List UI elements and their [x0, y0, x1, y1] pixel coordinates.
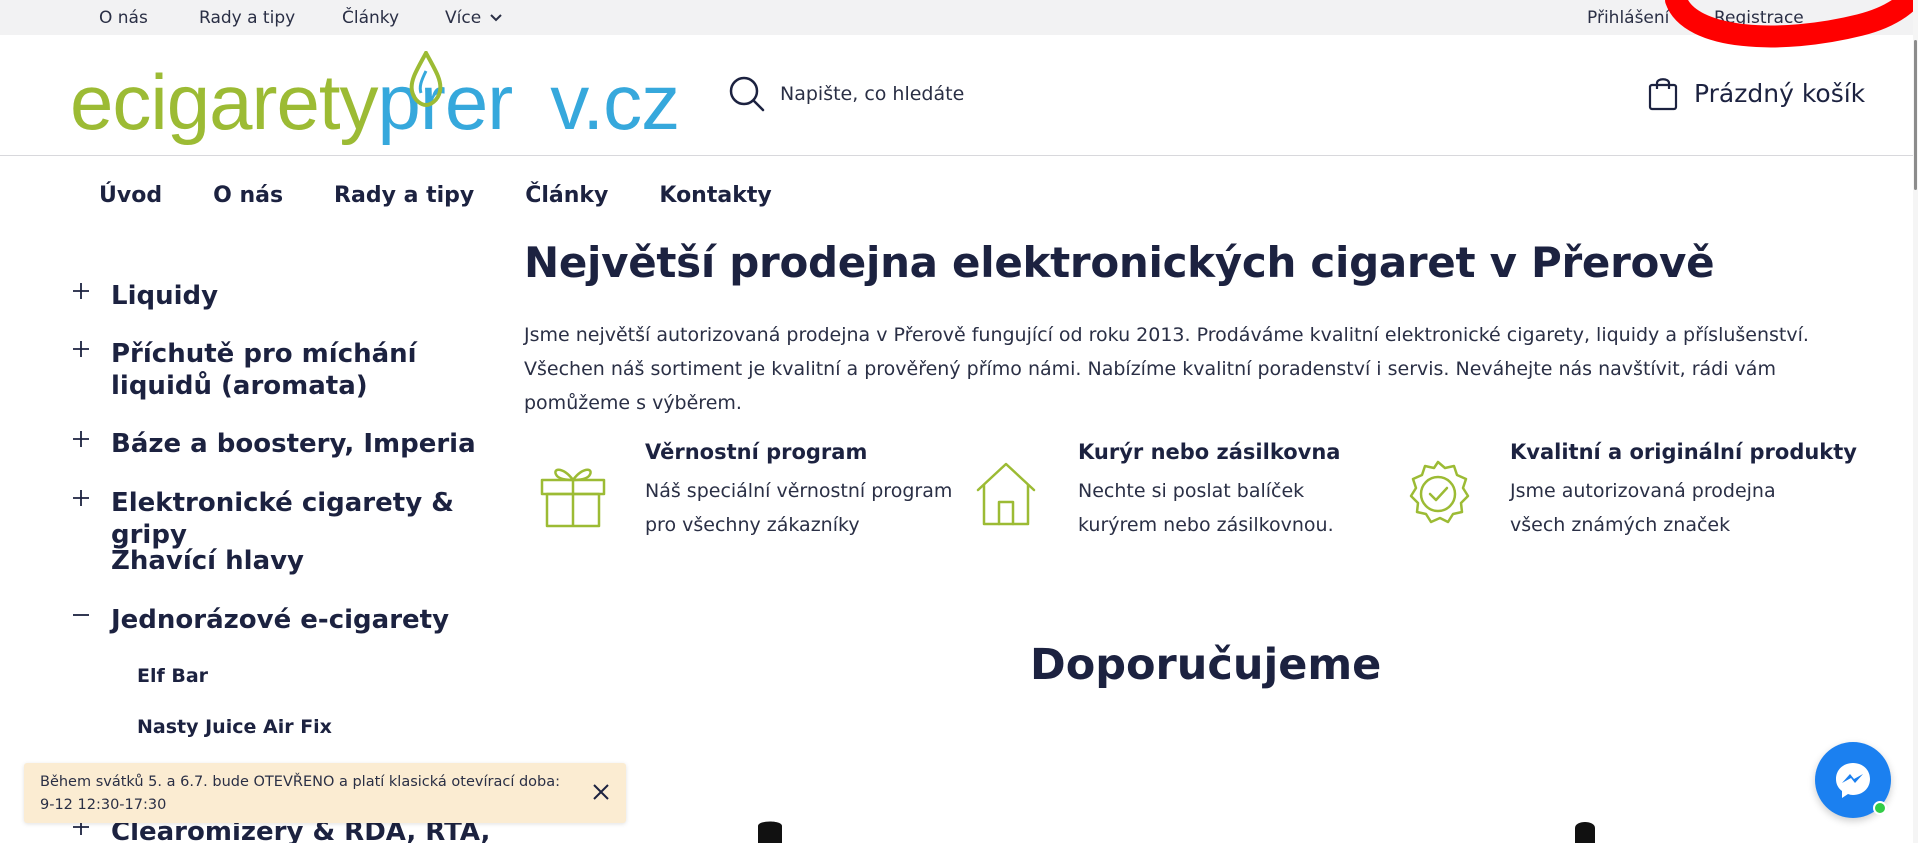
logo-part-blue: prer — [377, 58, 514, 146]
messenger-chat-button[interactable] — [1815, 742, 1891, 818]
nav-item-contacts[interactable]: Kontakty — [659, 183, 771, 208]
chevron-down-icon — [490, 14, 502, 22]
feature-title: Věrnostní program — [645, 440, 868, 464]
top-link-tips[interactable]: Rady a tipy — [199, 8, 295, 28]
feature-description: Nechte si poslat balíček kurýrem nebo zá… — [1078, 480, 1334, 536]
plus-icon[interactable] — [70, 487, 92, 509]
category-label: Elektronické cigarety & gripy — [111, 488, 454, 550]
feature-quality: Kvalitní a originální produkty Jsme auto… — [1404, 440, 1857, 540]
top-link-more-label: Více — [445, 8, 482, 28]
feature-title: Kurýr nebo zásilkovna — [1078, 440, 1341, 464]
subcategory-elf-bar[interactable]: Elf Bar — [137, 665, 208, 687]
plus-icon[interactable] — [70, 338, 92, 360]
nav-item-articles[interactable]: Články — [525, 183, 608, 208]
site-header: ecigarety prer v.cz Napište, co hledáte Pr… — [0, 35, 1918, 156]
top-link-articles[interactable]: Články — [342, 8, 399, 28]
notice-text: Během svátků 5. a 6.7. bude OTEVŘENO a p… — [40, 774, 561, 813]
cart-button[interactable]: Prázdný košík — [1648, 75, 1865, 111]
plus-icon[interactable] — [70, 280, 92, 302]
feature-delivery: Kurýr nebo zásilkovna Nechte si poslat b… — [972, 440, 1392, 540]
logo-part-green: ecigarety — [70, 58, 378, 146]
shopping-bag-icon — [1648, 78, 1678, 111]
feature-description: Jsme autorizovaná prodejna všech známých… — [1510, 480, 1776, 536]
holiday-notice: Během svátků 5. a 6.7. bude OTEVŘENO a p… — [24, 763, 626, 823]
site-logo[interactable]: ecigarety prer v.cz — [70, 51, 680, 146]
house-icon — [976, 462, 1036, 526]
scrollbar-thumb[interactable] — [1914, 40, 1917, 190]
nav-item-home[interactable]: Úvod — [99, 183, 162, 208]
recommended-heading: Doporučujeme — [1030, 640, 1382, 690]
intro-text: Jsme největší autorizovaná prodejna v Př… — [524, 324, 1809, 414]
login-link[interactable]: Přihlášení — [1587, 8, 1669, 28]
minus-icon[interactable] — [70, 604, 92, 626]
nav-item-about[interactable]: O nás — [213, 183, 283, 208]
feature-loyalty: Věrnostní program Náš speciální věrnostn… — [539, 440, 959, 540]
nav-item-tips[interactable]: Rady a tipy — [334, 183, 474, 208]
plus-icon[interactable] — [70, 428, 92, 450]
feature-title: Kvalitní a originální produkty — [1510, 440, 1857, 464]
page-scrollbar[interactable] — [1913, 0, 1918, 843]
category-label: Příchutě pro míchání liquidů (aromata) — [111, 339, 417, 401]
category-label: Báze a boostery, Imperia — [111, 429, 476, 459]
online-status-dot — [1873, 801, 1887, 815]
search-placeholder[interactable]: Napište, co hledáte — [780, 83, 964, 105]
top-link-about[interactable]: O nás — [99, 8, 148, 28]
main-navigation: Úvod O nás Rady a tipy Články Kontakty — [99, 183, 772, 208]
search-icon — [729, 76, 765, 112]
badge-check-icon — [1409, 460, 1470, 524]
top-link-more[interactable]: Více — [445, 8, 503, 28]
product-image[interactable] — [1565, 816, 1605, 843]
category-label: Jednorázové e-cigarety — [111, 605, 450, 635]
category-label: Liquidy — [111, 281, 219, 311]
top-utility-bar: O nás Rady a tipy Články Více Přihlášení… — [0, 0, 1918, 48]
close-icon[interactable] — [592, 783, 610, 801]
feature-description: Náš speciální věrnostní program pro všec… — [645, 480, 953, 536]
subcategory-nasty-juice[interactable]: Nasty Juice Air Fix — [137, 716, 332, 738]
category-label: Žhavící hlavy — [111, 546, 305, 576]
gift-icon — [540, 468, 606, 528]
product-image[interactable] — [750, 816, 790, 843]
cart-label: Prázdný košík — [1694, 78, 1866, 108]
page-title: Největší prodejna elektronických cigaret… — [524, 238, 1715, 287]
search-box[interactable]: Napište, co hledáte — [728, 75, 964, 113]
messenger-icon — [1836, 763, 1870, 798]
logo-part-blue-end: v.cz — [550, 58, 680, 146]
logo-drop-icon — [409, 51, 443, 107]
